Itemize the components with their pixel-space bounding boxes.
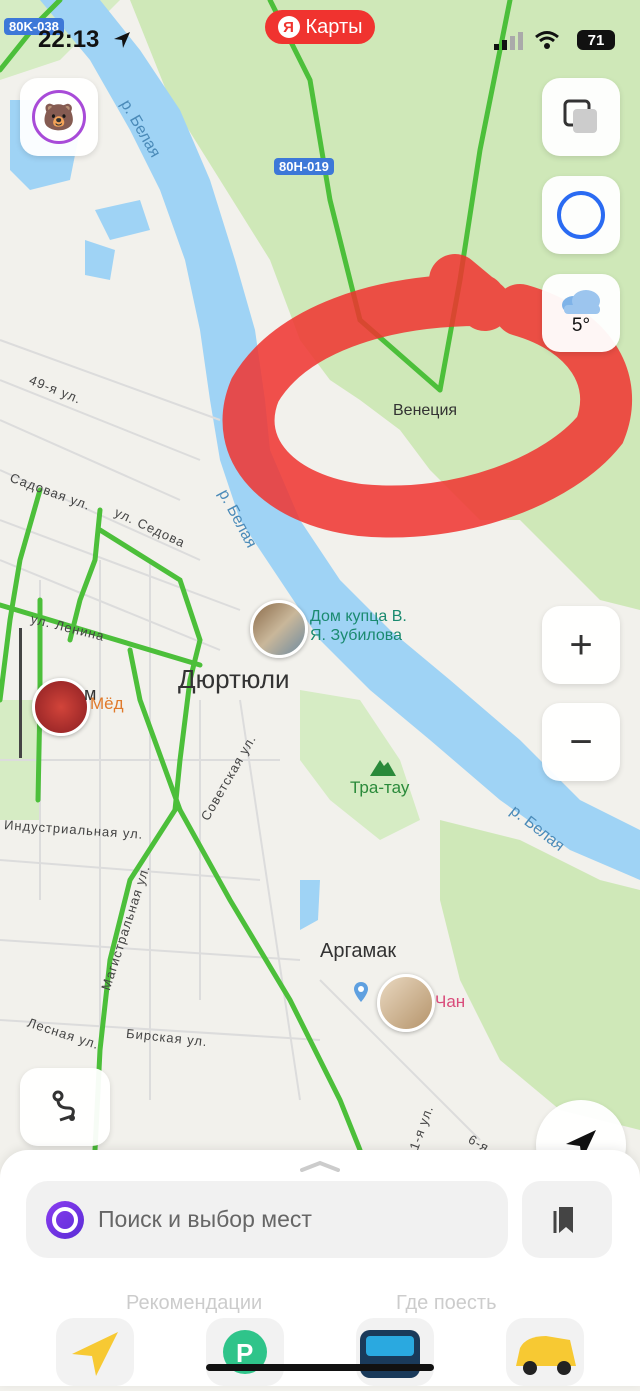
weather-temp: 5° <box>571 315 591 336</box>
status-time: 22:13 <box>38 26 100 53</box>
nav-parking-button[interactable]: P <box>206 1318 284 1386</box>
weather-button[interactable]: 5° <box>542 274 620 352</box>
poi-photo-zubilov[interactable] <box>250 600 308 658</box>
zoom-out-button[interactable]: − <box>542 703 620 781</box>
app-badge: Я Карты <box>265 10 375 44</box>
location-arrow-icon <box>114 32 130 48</box>
poi-photo-chan[interactable] <box>377 974 435 1032</box>
parking-icon: P <box>223 1330 267 1374</box>
nav-taxi-button[interactable] <box>506 1318 584 1386</box>
layers-icon <box>563 99 597 133</box>
scale-bar <box>19 628 22 758</box>
home-indicator <box>206 1364 434 1371</box>
bookmarks-button[interactable] <box>522 1181 612 1258</box>
poi-label-chan[interactable]: Чан <box>435 992 465 1012</box>
taxi-icon <box>516 1336 576 1375</box>
route-button[interactable] <box>20 1068 110 1146</box>
alice-search-icon <box>46 1200 84 1239</box>
navigator-icon <box>72 1332 118 1376</box>
signal-icon <box>494 32 523 50</box>
bookmark-icon <box>553 1206 573 1233</box>
search-placeholder: Поиск и выбор мест <box>98 1206 312 1232</box>
wifi-icon <box>535 31 559 49</box>
zoom-in-button[interactable]: + <box>542 606 620 684</box>
poi-label-zubilov[interactable]: Дом купца В. Я. Зубилова <box>310 607 407 645</box>
poi-label-line: Дом купца В. <box>310 608 407 625</box>
tab-recommendations[interactable]: Рекомендации <box>126 1292 262 1315</box>
poi-label-tratau[interactable]: Тра-тау <box>350 778 409 798</box>
app-badge-label: Карты <box>305 15 363 38</box>
bus-icon <box>360 1330 420 1378</box>
battery-indicator: 71 <box>577 30 615 50</box>
alice-icon <box>557 191 605 239</box>
route-icon <box>52 1090 75 1122</box>
city-label[interactable]: Дюртюли <box>178 664 290 695</box>
cloud-icon <box>562 290 600 314</box>
layers-button[interactable] <box>542 78 620 156</box>
poi-label-line: Я. Зубилова <box>310 627 403 644</box>
nav-navigator-button[interactable] <box>56 1318 134 1386</box>
tab-where-to-eat[interactable]: Где поесть <box>396 1292 497 1315</box>
alice-button[interactable] <box>542 176 620 254</box>
poi-photo-honey[interactable] <box>32 678 90 736</box>
poi-label-honey[interactable]: Мёд <box>90 694 124 714</box>
road-badge: 80H-019 <box>274 158 334 175</box>
yandex-logo-icon: Я <box>277 16 300 38</box>
search-bar[interactable]: Поиск и выбор мест <box>26 1181 508 1258</box>
pin-icon <box>354 982 368 1002</box>
village-label[interactable]: Аргамак <box>320 940 396 963</box>
sheet-handle-icon[interactable] <box>300 1160 340 1172</box>
village-label[interactable]: Венеция <box>393 402 457 420</box>
mountain-icon <box>370 760 396 776</box>
nav-transport-button[interactable] <box>356 1318 434 1386</box>
profile-button[interactable]: 🐻 <box>20 78 98 156</box>
bear-avatar-icon: 🐻 <box>32 90 86 144</box>
